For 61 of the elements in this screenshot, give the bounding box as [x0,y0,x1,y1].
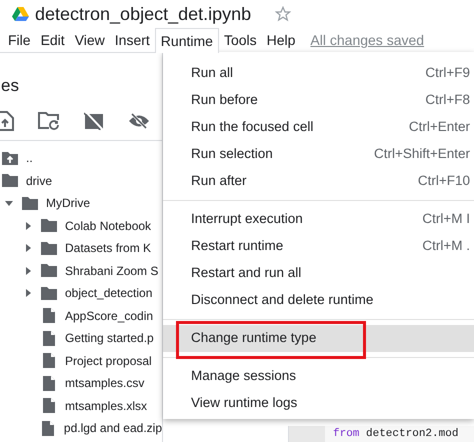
folder-icon [41,286,57,300]
menu-option[interactable]: Run before Ctrl+F8 [163,87,474,114]
menu-item[interactable]: Edit [36,28,70,52]
menu-option[interactable]: Disconnect and delete runtime [163,287,474,314]
folder-icon [22,196,38,210]
hidden-eye-icon[interactable] [128,112,150,128]
menu-option[interactable]: Interrupt execution Ctrl+M I [163,206,474,233]
expand-caret-icon[interactable] [26,222,30,230]
code-cell[interactable]: from detectron2.mod [288,426,474,442]
star-icon[interactable] [275,6,292,22]
menu-option[interactable]: Restart and run all [163,260,474,287]
expand-caret-icon[interactable] [26,289,30,298]
file-name[interactable]: Getting started.p [65,329,154,348]
menu-option[interactable]: Run selection Ctrl+Shift+Enter [163,141,474,168]
refresh-folder-icon[interactable] [38,112,60,130]
folder-name[interactable]: .. [26,149,33,168]
expand-caret-icon[interactable] [26,266,30,275]
file-icon [42,420,54,436]
menu-option[interactable]: Manage sessions [163,363,474,390]
file-name[interactable]: AppScore_codin [65,306,154,325]
panel-title: es [1,75,19,97]
menu-item[interactable]: Help [262,28,300,52]
expand-caret-icon[interactable] [26,244,30,252]
menu-item[interactable]: Runtime [154,28,219,53]
folder-name[interactable]: Shrabani Zoom S [65,262,158,280]
menu-option[interactable]: Run the focused cell Ctrl+Enter [163,114,474,141]
folder-name[interactable]: Colab Notebook [65,216,152,235]
folder-icon [41,242,57,255]
parent-folder-icon [2,152,18,165]
file-icon [43,308,55,324]
menu-item[interactable]: File [3,28,36,52]
folder-name[interactable]: MyDrive [46,194,90,212]
file-icon [43,398,55,414]
menu-option[interactable]: Change runtime type [163,325,474,352]
menu-option[interactable]: Run after Ctrl+F10 [163,168,474,195]
folder-name[interactable]: drive [26,172,52,190]
menu-item[interactable]: Tools [218,28,262,52]
menu-item[interactable]: Insert [110,28,155,52]
menu-option[interactable]: Restart runtime Ctrl+M . [163,233,474,260]
file-name[interactable]: Project proposal [65,352,152,370]
file-name[interactable]: pd.lgd and ead.zip [64,419,162,438]
save-status-link[interactable]: All changes saved [310,28,424,52]
notebook-title[interactable]: detectron_object_det.ipynb [35,5,252,23]
upload-file-icon[interactable] [0,110,14,130]
menu-item[interactable]: View [70,28,110,52]
folder-icon [41,264,57,278]
file-name[interactable]: mtsamples.xlsx [65,396,148,415]
folder-icon [41,219,57,232]
folder-icon [2,174,18,188]
folder-name[interactable]: Datasets from K [65,239,152,258]
file-icon [43,376,55,391]
file-icon [43,330,55,346]
drive-off-icon[interactable] [84,112,104,130]
menu-option[interactable]: View runtime logs [163,390,474,417]
folder-name[interactable]: object_detection [65,284,152,302]
drive-logo-icon [12,7,29,21]
file-icon [43,353,55,368]
menu-option[interactable]: Run all Ctrl+F9 [163,60,474,87]
collapse-caret-icon[interactable] [5,200,13,206]
code-line: from detectron2.mod [333,426,458,442]
file-name[interactable]: mtsamples.csv [65,374,144,392]
